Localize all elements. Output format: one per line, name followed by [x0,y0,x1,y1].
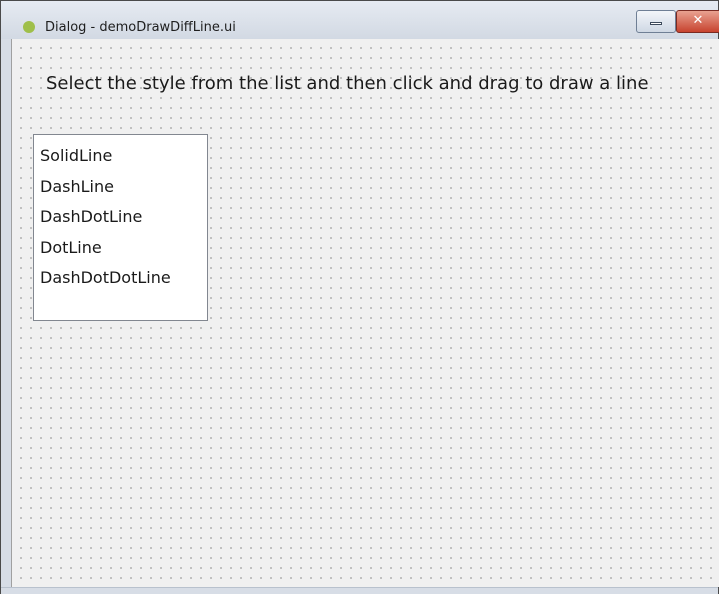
list-item[interactable]: DashDotLine [34,202,207,233]
list-item[interactable]: SolidLine [34,141,207,172]
minimize-icon [650,22,662,25]
instruction-label: Select the style from the list and then … [46,73,649,94]
close-icon: ✕ [692,13,704,28]
window-bottom-border [1,587,718,594]
list-item[interactable]: DashLine [34,172,207,203]
line-style-list[interactable]: SolidLine DashLine DashDotLine DotLine D… [33,134,208,321]
list-item[interactable]: DashDotDotLine [34,263,207,294]
title-bar[interactable]: Dialog - demoDrawDiffLine.ui ✕ [1,1,719,39]
minimize-button[interactable] [636,10,676,33]
qt-logo-icon [23,21,35,33]
window-title: Dialog - demoDrawDiffLine.ui [45,20,236,35]
drawing-canvas[interactable]: Select the style from the list and then … [11,39,719,587]
close-button[interactable]: ✕ [676,10,719,33]
list-item[interactable]: DotLine [34,233,207,264]
dialog-window: Dialog - demoDrawDiffLine.ui ✕ Select th… [0,0,719,594]
